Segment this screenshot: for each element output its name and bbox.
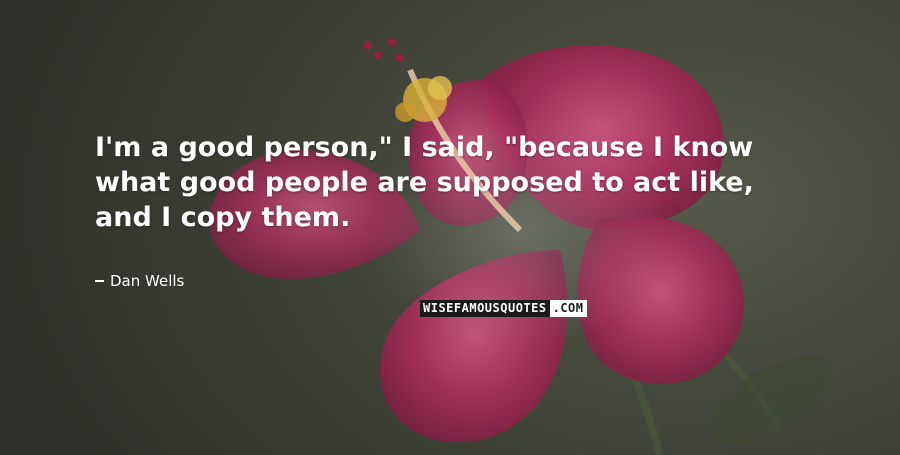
watermark-extension: .COM	[549, 300, 587, 317]
author-name: Dan Wells	[110, 272, 185, 290]
quote-image: I'm a good person," I said, "because I k…	[0, 0, 900, 455]
quote-author: Dan Wells	[95, 272, 184, 290]
watermark-logo: WISEFAMOUSQUOTES .COM	[420, 300, 587, 317]
author-dash	[95, 280, 104, 282]
quote-text: I'm a good person," I said, "because I k…	[95, 132, 754, 233]
watermark-brand: WISEFAMOUSQUOTES	[420, 300, 550, 317]
